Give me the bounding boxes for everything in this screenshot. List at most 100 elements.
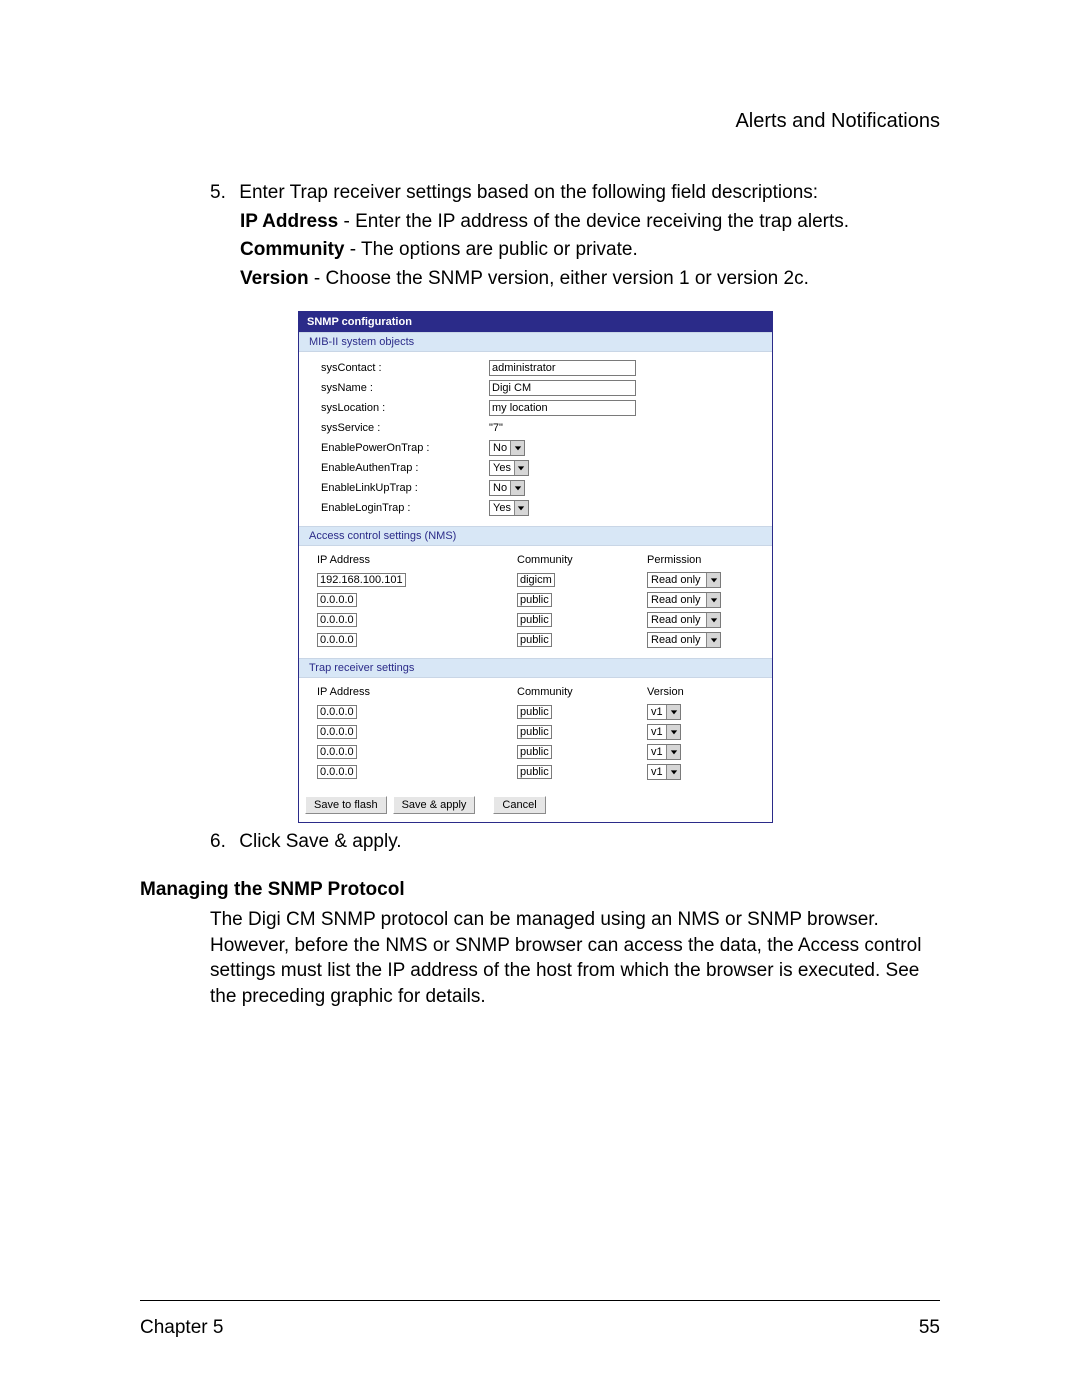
acs-row: 0.0.0.0 public Read only: [317, 590, 764, 610]
trap-ver-value: v1: [648, 766, 666, 778]
chevron-down-icon: [706, 633, 720, 647]
acs-perm-select[interactable]: Read only: [647, 572, 721, 588]
community-label: Community: [240, 239, 345, 260]
linkup-select[interactable]: No: [489, 480, 525, 496]
save-apply-button[interactable]: Save & apply: [393, 796, 476, 814]
footer-chapter: Chapter 5: [140, 1317, 223, 1339]
linkup-value: No: [490, 482, 510, 494]
step-5-number: 5.: [210, 179, 234, 208]
sysname-input[interactable]: Digi CM: [489, 380, 636, 396]
chevron-down-icon: [706, 613, 720, 627]
save-to-flash-button[interactable]: Save to flash: [305, 796, 387, 814]
mib-form: sysContact : administrator sysName : Dig…: [299, 352, 772, 526]
acs-ip-input[interactable]: 0.0.0.0: [317, 633, 357, 647]
trap-row: 0.0.0.0 public v1: [317, 702, 764, 722]
chevron-down-icon: [510, 481, 524, 495]
acs-row: 0.0.0.0 public Read only: [317, 630, 764, 650]
trap-col-ver: Version: [647, 686, 747, 698]
chevron-down-icon: [514, 501, 528, 515]
chevron-down-icon: [666, 765, 680, 779]
acs-col-comm: Community: [517, 554, 647, 566]
step-6-number: 6.: [210, 831, 234, 853]
trap-ver-select[interactable]: v1: [647, 704, 681, 720]
trap-ip-input[interactable]: 0.0.0.0: [317, 705, 357, 719]
chevron-down-icon: [666, 705, 680, 719]
trap-ver-select[interactable]: v1: [647, 764, 681, 780]
trap-section-header: Trap receiver settings: [299, 658, 772, 678]
trap-ver-value: v1: [648, 746, 666, 758]
syslocation-label: sysLocation :: [321, 402, 489, 414]
chevron-down-icon: [514, 461, 528, 475]
panel-title: SNMP configuration: [299, 312, 772, 332]
step-5-line1: Enter Trap receiver settings based on th…: [239, 182, 818, 203]
trap-ip-input[interactable]: 0.0.0.0: [317, 725, 357, 739]
chevron-down-icon: [666, 745, 680, 759]
trap-comm-input[interactable]: public: [517, 765, 552, 779]
chevron-down-icon: [706, 573, 720, 587]
acs-comm-input[interactable]: digicm: [517, 573, 555, 587]
step-6-btn: Save & apply: [286, 831, 397, 852]
trap-ip-input[interactable]: 0.0.0.0: [317, 765, 357, 779]
version-desc: - Choose the SNMP version, either versio…: [309, 268, 809, 289]
login-label: EnableLoginTrap :: [321, 502, 489, 514]
trap-comm-input[interactable]: public: [517, 745, 552, 759]
snmp-config-panel: SNMP configuration MIB-II system objects…: [298, 311, 773, 823]
sysname-label: sysName :: [321, 382, 489, 394]
acs-ip-input[interactable]: 192.168.100.101: [317, 573, 406, 587]
version-label: Version: [240, 268, 309, 289]
login-select[interactable]: Yes: [489, 500, 529, 516]
trap-row: 0.0.0.0 public v1: [317, 762, 764, 782]
poweron-select[interactable]: No: [489, 440, 525, 456]
page-header: Alerts and Notifications: [140, 110, 940, 133]
trap-row: 0.0.0.0 public v1: [317, 742, 764, 762]
managing-paragraph: The Digi CM SNMP protocol can be managed…: [210, 907, 940, 1010]
trap-ver-select[interactable]: v1: [647, 744, 681, 760]
poweron-label: EnablePowerOnTrap :: [321, 442, 489, 454]
syscontact-input[interactable]: administrator: [489, 360, 636, 376]
acs-ip-input[interactable]: 0.0.0.0: [317, 613, 357, 627]
acs-grid: IP Address Community Permission 192.168.…: [299, 546, 772, 658]
acs-comm-input[interactable]: public: [517, 633, 552, 647]
trap-col-ip: IP Address: [317, 686, 517, 698]
syslocation-input[interactable]: my location: [489, 400, 636, 416]
sysservice-value: "7": [489, 422, 503, 434]
trap-ver-select[interactable]: v1: [647, 724, 681, 740]
acs-perm-select[interactable]: Read only: [647, 612, 721, 628]
poweron-value: No: [490, 442, 510, 454]
footer-page-number: 55: [919, 1317, 940, 1339]
trap-ver-value: v1: [648, 726, 666, 738]
acs-perm-value: Read only: [648, 574, 706, 586]
trap-ver-value: v1: [648, 706, 666, 718]
acs-col-perm: Permission: [647, 554, 747, 566]
chevron-down-icon: [706, 593, 720, 607]
chevron-down-icon: [510, 441, 524, 455]
acs-row: 192.168.100.101 digicm Read only: [317, 570, 764, 590]
acs-col-ip: IP Address: [317, 554, 517, 566]
acs-section-header: Access control settings (NMS): [299, 526, 772, 546]
acs-perm-value: Read only: [648, 614, 706, 626]
page-footer: Chapter 5 55: [140, 1317, 940, 1339]
sysservice-label: sysService :: [321, 422, 489, 434]
acs-comm-input[interactable]: public: [517, 593, 552, 607]
authen-select[interactable]: Yes: [489, 460, 529, 476]
step-6-post: .: [396, 831, 401, 852]
linkup-label: EnableLinkUpTrap :: [321, 482, 489, 494]
syscontact-label: sysContact :: [321, 362, 489, 374]
acs-comm-input[interactable]: public: [517, 613, 552, 627]
mib-section-header: MIB-II system objects: [299, 332, 772, 352]
trap-row: 0.0.0.0 public v1: [317, 722, 764, 742]
acs-perm-select[interactable]: Read only: [647, 592, 721, 608]
community-desc: - The options are public or private.: [345, 239, 638, 260]
button-row: Save to flash Save & apply Cancel: [299, 790, 772, 822]
acs-perm-select[interactable]: Read only: [647, 632, 721, 648]
authen-label: EnableAuthenTrap :: [321, 462, 489, 474]
subheading: Managing the SNMP Protocol: [140, 879, 940, 901]
trap-comm-input[interactable]: public: [517, 725, 552, 739]
trap-col-comm: Community: [517, 686, 647, 698]
trap-ip-input[interactable]: 0.0.0.0: [317, 745, 357, 759]
chevron-down-icon: [666, 725, 680, 739]
acs-ip-input[interactable]: 0.0.0.0: [317, 593, 357, 607]
cancel-button[interactable]: Cancel: [493, 796, 545, 814]
step-6-pre: Click: [239, 831, 285, 852]
trap-comm-input[interactable]: public: [517, 705, 552, 719]
